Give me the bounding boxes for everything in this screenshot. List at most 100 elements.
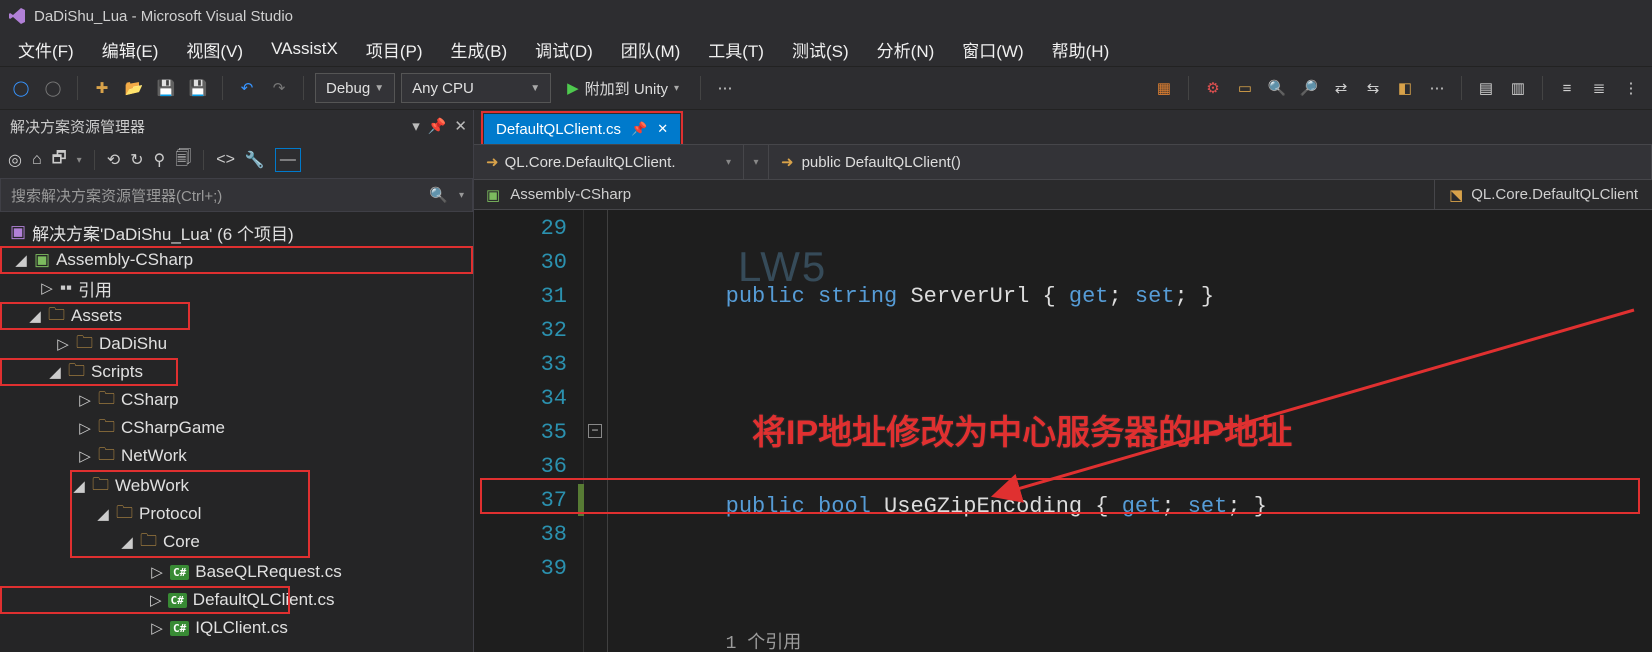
tool-ext-7[interactable]: ⇆	[1360, 75, 1386, 101]
caret-down-icon: ▼	[374, 83, 384, 94]
tab-defaultqlclient[interactable]: DefaultQLClient.cs 📌 ✕	[484, 114, 680, 144]
expand-icon[interactable]: ◢	[96, 505, 110, 523]
tool-ext-2[interactable]: ⚙	[1200, 75, 1226, 101]
code-icon[interactable]: <>	[216, 151, 235, 169]
menu-help[interactable]: 帮助(H)	[1040, 33, 1122, 66]
tool-icon[interactable]: ⋯	[712, 75, 738, 101]
tool-ext-3[interactable]: ▭	[1232, 75, 1258, 101]
tool-ext-13[interactable]: ≣	[1586, 75, 1612, 101]
code-line-29: public string ServerUrl { get; set; }	[620, 280, 1652, 314]
menu-tools[interactable]: 工具(T)	[696, 33, 776, 66]
copy-icon[interactable]: 🗐	[175, 147, 191, 174]
new-project-icon[interactable]: ✚	[89, 75, 115, 101]
code-content[interactable]: LW5 public string ServerUrl { get; set; …	[608, 210, 1652, 652]
menu-file[interactable]: 文件(F)	[6, 33, 86, 66]
tool-ext-11[interactable]: ▥	[1505, 75, 1531, 101]
refresh-icon[interactable]: ↻	[130, 150, 143, 170]
tool-ext-8[interactable]: ◧	[1392, 75, 1418, 101]
file-baseqlrequest[interactable]: ▷ C# BaseQLRequest.cs	[0, 558, 473, 586]
references-node[interactable]: ▷ ▪▪ 引用	[0, 274, 473, 302]
expand-icon[interactable]: ▷	[78, 447, 92, 465]
pin-icon[interactable]: 📌	[428, 117, 447, 135]
attach-unity-button[interactable]: ▶ 附加到 Unity ▾	[557, 73, 689, 103]
csharpgame-node[interactable]: ▷ 🗀 CSharpGame	[0, 414, 473, 442]
nav-fwd-icon[interactable]: ◯	[40, 75, 66, 101]
close-icon[interactable]: ✕	[454, 117, 467, 135]
assets-node[interactable]: ◢ 🗀 Assets	[0, 302, 190, 330]
nav-member-dropdown[interactable]: ➜ public DefaultQLClient()	[769, 145, 1652, 179]
toggle-icon[interactable]: —	[275, 148, 301, 172]
menu-debug[interactable]: 调试(D)	[523, 33, 605, 66]
tool-ext-12[interactable]: ≡	[1554, 75, 1580, 101]
expand-icon[interactable]: ◢	[48, 363, 62, 381]
filter-icon[interactable]: ⚲	[154, 150, 166, 170]
folder-icon: 🗀	[92, 472, 109, 501]
expand-icon[interactable]: ▷	[56, 335, 70, 353]
nav-class-dropdown[interactable]: ➜QL.Core.DefaultQLClient. ▾	[474, 145, 744, 179]
tool-ext-10[interactable]: ▤	[1473, 75, 1499, 101]
csharp-node[interactable]: ▷ 🗀 CSharp	[0, 386, 473, 414]
expand-icon[interactable]: ▷	[40, 279, 54, 297]
menu-team[interactable]: 团队(M)	[609, 33, 692, 66]
csharp-file-icon: C#	[170, 565, 189, 580]
pin-icon[interactable]: 📌	[631, 121, 647, 137]
platform-dropdown[interactable]: Any CPU ▼	[401, 73, 551, 103]
menu-test[interactable]: 测试(S)	[780, 33, 861, 66]
webwork-node[interactable]: ◢ 🗀 WebWork	[72, 472, 308, 500]
file-defaultqlclient[interactable]: ▷ C# DefaultQLClient.cs	[0, 586, 290, 614]
tool-ext-6[interactable]: ⇄	[1328, 75, 1354, 101]
close-icon[interactable]: ✕	[657, 121, 668, 137]
expand-icon[interactable]: ◢	[14, 251, 28, 269]
tool-ext-5[interactable]: 🔎	[1296, 75, 1322, 101]
project-node[interactable]: ◢ ▣ Assembly-CSharp	[0, 246, 473, 274]
search-input[interactable]: 搜索解决方案资源管理器(Ctrl+;) 🔍 ▾	[0, 178, 473, 212]
redo-icon[interactable]: ↷	[266, 75, 292, 101]
open-file-icon[interactable]: 📂	[121, 75, 147, 101]
save-icon[interactable]: 💾	[153, 75, 179, 101]
nav-extra[interactable]: ▾	[744, 145, 769, 179]
solution-node[interactable]: ▣ 解决方案'DaDiShu_Lua' (6 个项目)	[0, 218, 473, 246]
csproj-icon: ▣	[486, 186, 500, 204]
dropdown-icon[interactable]: ▾	[412, 117, 420, 135]
fold-minus-icon[interactable]: −	[588, 424, 602, 438]
config-dropdown[interactable]: Debug ▼	[315, 73, 395, 103]
undo-icon[interactable]: ↶	[234, 75, 260, 101]
props-icon[interactable]: 🔧	[245, 150, 265, 170]
expand-icon[interactable]: ◢	[72, 477, 86, 495]
code-area[interactable]: 29 30 31 32 33 34 35 36 37 38 39 − LW5 p…	[474, 210, 1652, 652]
menu-project[interactable]: 项目(P)	[354, 33, 435, 66]
file-label: BaseQLRequest.cs	[195, 562, 341, 582]
tool-ext-9[interactable]: ⋯	[1424, 75, 1450, 101]
menu-edit[interactable]: 编辑(E)	[90, 33, 171, 66]
file-iqlclient[interactable]: ▷ C# IQLClient.cs	[0, 614, 473, 642]
crumb-right[interactable]: ⬔ QL.Core.DefaultQLClient	[1434, 180, 1652, 210]
expand-icon[interactable]: ◢	[28, 307, 42, 325]
home-icon[interactable]: ◎	[8, 150, 22, 170]
menu-vassistx[interactable]: VAssistX	[259, 35, 350, 63]
network-node[interactable]: ▷ 🗀 NetWork	[0, 442, 473, 470]
sync-icon[interactable]: ⟲	[107, 150, 120, 170]
menu-view[interactable]: 视图(V)	[174, 33, 255, 66]
save-all-icon[interactable]: 💾	[185, 75, 211, 101]
home2-icon[interactable]: ⌂	[32, 151, 42, 169]
expand-icon[interactable]: ▷	[150, 619, 164, 637]
menu-analyze[interactable]: 分析(N)	[865, 33, 947, 66]
tool-ext-1[interactable]: ▦	[1151, 75, 1177, 101]
menu-window[interactable]: 窗口(W)	[950, 33, 1035, 66]
expand-icon[interactable]: ▷	[150, 563, 164, 581]
dadishu-node[interactable]: ▷ 🗀 DaDiShu	[0, 330, 473, 358]
expand-icon[interactable]: ▷	[78, 391, 92, 409]
expand-icon[interactable]: ▷	[78, 419, 92, 437]
tool-ext-4[interactable]: 🔍	[1264, 75, 1290, 101]
tool-ext-14[interactable]: ⋮	[1618, 75, 1644, 101]
collapse-icon[interactable]: 🗗	[52, 147, 67, 174]
scripts-node[interactable]: ◢ 🗀 Scripts	[0, 358, 178, 386]
protocol-node[interactable]: ◢ 🗀 Protocol	[72, 500, 308, 528]
core-node[interactable]: ◢ 🗀 Core	[72, 528, 308, 556]
expand-icon[interactable]: ◢	[120, 533, 134, 551]
caret-down-icon: ▾	[726, 157, 731, 168]
attach-label: 附加到 Unity	[585, 78, 668, 99]
menu-build[interactable]: 生成(B)	[439, 33, 520, 66]
expand-icon[interactable]: ▷	[150, 591, 162, 609]
nav-back-icon[interactable]: ◯	[8, 75, 34, 101]
